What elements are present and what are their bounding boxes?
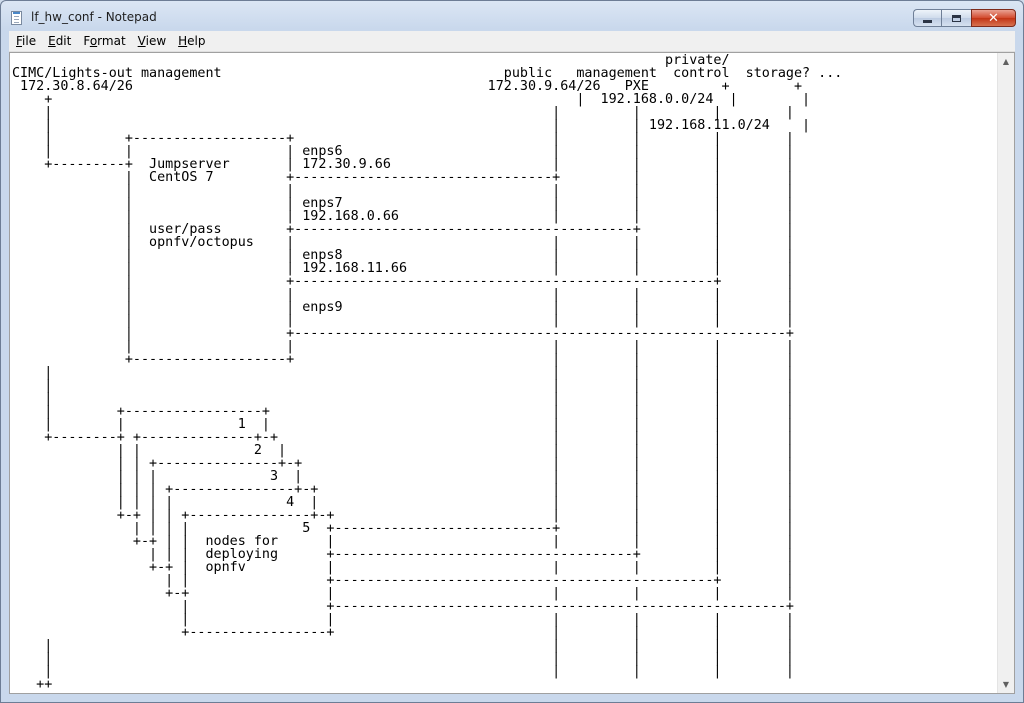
window-title: lf_hw_conf - Notepad [31,10,157,24]
menu-view-accel: V [137,34,146,48]
close-icon: ✕ [988,10,999,26]
document-content[interactable]: private/ CIMC/Lights-out management publ… [12,54,842,691]
menu-format[interactable]: Format [78,34,130,48]
maximize-icon [952,14,961,22]
maximize-button[interactable] [941,9,971,27]
menu-edit-label: dit [55,34,72,48]
title-bar[interactable]: lf_hw_conf - Notepad ✕ [1,1,1023,31]
menu-edit-accel: E [48,34,56,48]
menu-edit[interactable]: Edit [43,34,76,48]
minimize-icon [923,19,932,23]
menu-view[interactable]: View [133,34,171,48]
menu-help[interactable]: Help [173,34,210,48]
menu-view-label: iew [145,34,167,48]
menu-file[interactable]: File [11,34,41,48]
menu-help-accel: H [178,34,188,48]
vertical-scrollbar[interactable]: ▲ ▼ [997,53,1014,693]
text-area[interactable]: private/ CIMC/Lights-out management publ… [10,53,999,693]
menu-help-label: elp [187,34,206,48]
close-button[interactable]: ✕ [971,9,1016,27]
notepad-window: lf_hw_conf - Notepad ✕ File Edit Format … [0,0,1024,703]
menu-format-label: rmat [97,34,126,48]
scroll-up-icon[interactable]: ▲ [998,53,1014,70]
scroll-down-icon[interactable]: ▼ [998,676,1014,693]
minimize-button[interactable] [913,9,941,27]
notepad-icon[interactable] [11,11,22,25]
window-bottom-border [9,694,1015,702]
menu-file-label: ile [22,34,37,48]
text-editor[interactable]: private/ CIMC/Lights-out management publ… [9,52,1015,694]
caption-buttons: ✕ [913,9,1016,28]
menu-bar: File Edit Format View Help [9,31,1015,52]
